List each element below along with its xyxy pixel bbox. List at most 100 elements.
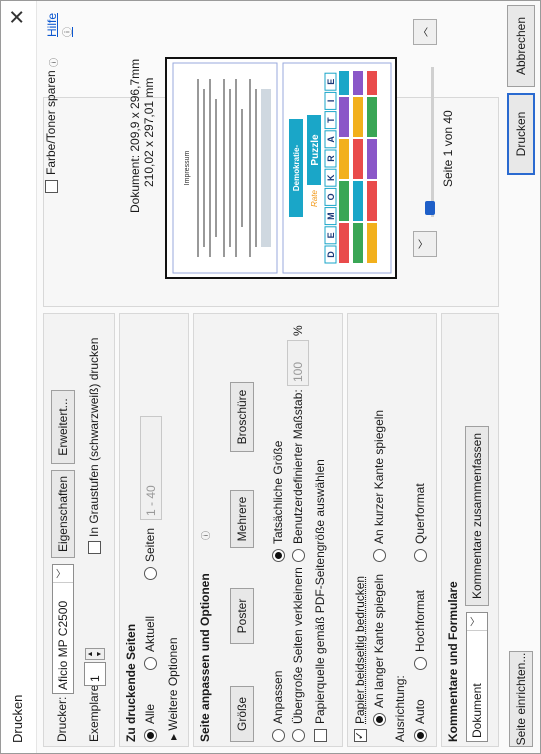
fit-radio[interactable]	[272, 729, 285, 742]
next-page-button[interactable]: ︿	[413, 19, 437, 45]
sizing-heading: Seite anpassen und Optionen	[198, 573, 212, 742]
preview-letter: I	[326, 100, 336, 103]
preview-letter: E	[326, 232, 336, 238]
page-setup-button[interactable]: Seite einrichten...	[509, 651, 533, 747]
orientation-auto-label: Auto	[413, 699, 427, 724]
scale-input[interactable]: 100	[287, 340, 309, 386]
save-toner-label: Farbe/Toner sparen	[44, 70, 58, 175]
copies-stepper[interactable]: ▲ ▼	[85, 648, 105, 660]
duplex-label: Papier beidseitig bedrucken	[353, 575, 367, 724]
info-icon: ⓘ	[201, 530, 211, 540]
preview-puzzle: Puzzle	[310, 134, 321, 166]
pages-range-label: Seiten	[143, 527, 157, 562]
custom-scale-radio[interactable]	[292, 549, 305, 562]
pages-panel: Zu druckende Seiten Alle Aktuell Seiten …	[119, 313, 189, 747]
preview-letter: O	[326, 193, 336, 200]
properties-button[interactable]: Eigenschaften	[51, 470, 75, 558]
preview-letter: D	[326, 251, 336, 258]
page-slider-thumb[interactable]	[425, 201, 435, 215]
long-edge-radio[interactable]	[373, 713, 386, 726]
long-edge-label: An langer Kante spiegeln	[372, 573, 386, 708]
print-button[interactable]: Drucken	[507, 93, 535, 175]
printer-panel: Drucker: Aficio MP C2500 ﹀ Eigenschaften …	[43, 313, 115, 747]
preview-letter: T	[326, 117, 336, 123]
tab-size[interactable]: Größe	[230, 686, 254, 742]
orientation-portrait-radio[interactable]	[414, 657, 427, 670]
preview-right-title: Demokratie-	[292, 145, 301, 192]
print-dialog: Drucken ✕ Hilfe ⓘ Drucker: Aficio MP C25…	[0, 0, 541, 754]
chevron-down-icon: ﹀	[53, 565, 73, 583]
orientation-landscape-radio[interactable]	[414, 549, 427, 562]
advanced-button[interactable]: Erweitert...	[51, 390, 75, 464]
actual-size-radio[interactable]	[272, 549, 285, 562]
preview-letter: K	[326, 174, 336, 181]
preview-rate: Rate	[310, 190, 319, 207]
preview-left-title: Impressum	[184, 151, 191, 186]
copies-label: Exemplare:	[87, 681, 101, 742]
page-slider[interactable]	[431, 67, 434, 217]
printer-value: Aficio MP C2500	[56, 600, 70, 690]
close-icon[interactable]: ✕	[5, 3, 33, 31]
grayscale-label: In Graustufen (schwarzweiß) drucken	[87, 337, 101, 537]
comments-select[interactable]: Dokument ﹀	[466, 612, 488, 742]
pages-range-radio[interactable]	[144, 567, 157, 580]
copies-input[interactable]: 1	[84, 662, 106, 686]
cancel-button[interactable]: Abbrechen	[507, 5, 535, 87]
info-icon: ⓘ	[63, 27, 74, 37]
preview-image: Impressum Demokratie- Rate Puzzle D E M O K R…	[172, 62, 392, 274]
duplex-checkbox[interactable]: ✓	[354, 729, 367, 742]
chevron-down-icon: ﹀	[419, 239, 430, 249]
tab-poster[interactable]: Poster	[230, 588, 254, 644]
orientation-auto-radio[interactable]	[414, 729, 427, 742]
more-options-label: Weitere Optionen	[166, 637, 180, 731]
pages-current-label: Aktuell	[143, 615, 157, 652]
printer-label: Drucker:	[55, 696, 69, 742]
preview-letter: M	[326, 212, 336, 220]
percent-label: %	[291, 325, 305, 336]
custom-scale-label: Benutzerdefinierter Maßstab:	[291, 389, 305, 544]
more-options-toggle[interactable]: ▸ Weitere Optionen	[166, 637, 180, 740]
actual-size-label: Tatsächliche Größe	[271, 440, 285, 544]
preview-letter: E	[326, 79, 336, 85]
pdf-paper-label: Papierquelle gemäß PDF-Seitengröße auswä…	[313, 459, 327, 724]
comments-panel: Kommentare und Formulare Dokument ﹀ Komme…	[441, 313, 499, 747]
page-preview: Impressum Demokratie- Rate Puzzle D E M O K R…	[165, 57, 397, 279]
doc-size-mm: 210,02 x 297,01 mm	[142, 77, 156, 187]
help-link[interactable]: Hilfe ⓘ	[45, 1, 74, 37]
title-bar: Drucken ✕	[1, 0, 37, 753]
previous-page-button[interactable]: ﹀	[413, 231, 437, 257]
chevron-up-icon: ︿	[419, 27, 430, 37]
short-edge-radio[interactable]	[373, 549, 386, 562]
sizing-panel: Seite anpassen und Optionen ⓘ Größe Post…	[193, 313, 343, 747]
dialog-title: Drucken	[10, 694, 25, 743]
pdf-paper-checkbox[interactable]	[314, 729, 327, 742]
page-indicator: Seite 1 von 40	[441, 110, 455, 187]
short-edge-label: An kurzer Kante spiegeln	[372, 409, 386, 544]
fit-label: Anpassen	[271, 670, 285, 724]
tab-multiple[interactable]: Mehrere	[230, 490, 254, 548]
orientation-label: Ausrichtung:	[393, 675, 407, 742]
comments-value: Dokument	[470, 683, 484, 738]
doc-size: Dokument: 209,9 x 296,7mm	[128, 58, 142, 213]
preview-letter: R	[326, 155, 336, 162]
pages-current-radio[interactable]	[144, 657, 157, 670]
pages-all-radio[interactable]	[144, 729, 157, 742]
orientation-landscape-label: Querformat	[413, 483, 427, 544]
shrink-radio[interactable]	[292, 729, 305, 742]
help-label[interactable]: Hilfe	[45, 13, 59, 37]
pages-heading: Zu druckende Seiten	[124, 623, 138, 742]
pages-all-label: Alle	[143, 703, 157, 724]
shrink-label: Übergroße Seiten verkleinern	[291, 567, 305, 724]
save-toner-checkbox[interactable]	[45, 180, 58, 193]
preview-letter: A	[326, 136, 336, 143]
printer-select[interactable]: Aficio MP C2500 ﹀	[52, 564, 74, 694]
info-icon: ⓘ	[49, 57, 59, 67]
chevron-down-icon: ﹀	[467, 613, 487, 631]
summarize-comments-button[interactable]: Kommentare zusammenfassen	[465, 426, 489, 606]
grayscale-checkbox[interactable]	[88, 541, 101, 554]
orientation-portrait-label: Hochformat	[413, 589, 427, 652]
duplex-panel: ✓ Papier beidseitig bedrucken An langer …	[347, 313, 437, 747]
comments-heading: Kommentare und Formulare	[446, 581, 460, 742]
pages-range-input[interactable]: 1 - 40	[140, 416, 162, 520]
tab-booklet[interactable]: Broschüre	[230, 382, 254, 452]
